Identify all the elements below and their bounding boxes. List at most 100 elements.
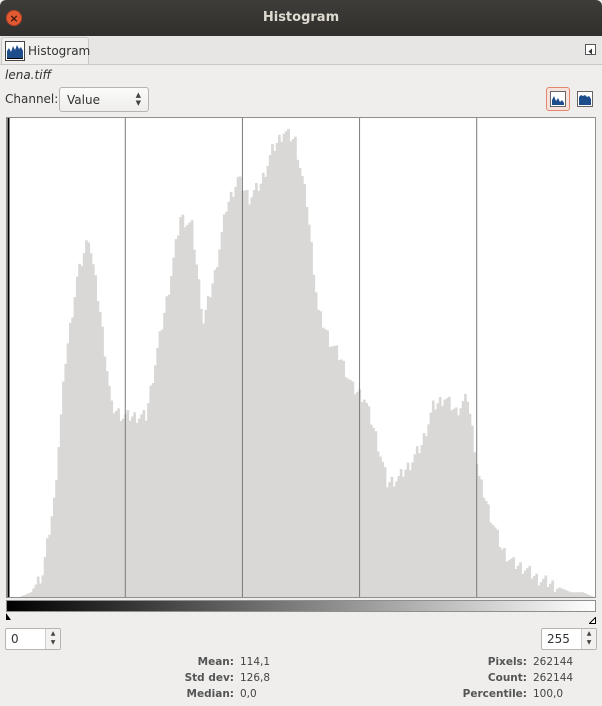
histogram-bar (572, 592, 575, 597)
histogram-bar (408, 470, 412, 597)
channel-select[interactable]: Value ▲ ▼ (59, 87, 149, 112)
histogram-bar (27, 593, 31, 597)
spin-arrows-icon[interactable]: ▲ ▼ (581, 629, 596, 649)
histogram-bar (71, 317, 75, 597)
histogram-bar (344, 377, 348, 597)
histogram-bar (218, 249, 222, 597)
histogram-bar (491, 525, 495, 597)
histogram-bar (36, 576, 40, 597)
histogram-bar (461, 401, 465, 597)
log-scale-button[interactable] (573, 87, 597, 111)
histogram-bar (211, 283, 215, 597)
range-low-spinner[interactable]: 0 ▲ ▼ (5, 628, 61, 650)
histogram-bar (535, 573, 538, 597)
stat-percentile-value: 100,0 (533, 688, 564, 700)
histogram-bar (108, 385, 111, 597)
histogram-bar (243, 190, 247, 597)
histogram-bar (365, 402, 369, 597)
histogram-bar (294, 136, 297, 597)
histogram-bar (532, 576, 536, 597)
histogram-bar (498, 547, 502, 597)
histogram-bar (330, 346, 334, 597)
histogram-bar (85, 240, 88, 597)
histogram-bar (131, 416, 134, 597)
histogram-bar (176, 235, 180, 597)
histogram-bar (312, 274, 316, 597)
histogram-bar (415, 446, 419, 597)
histogram-bar (248, 204, 251, 597)
histogram-bar (505, 561, 509, 597)
histogram-bar (190, 220, 194, 597)
low-range-handle[interactable] (6, 613, 11, 620)
histogram-bar (114, 410, 118, 597)
histogram-bar (555, 588, 559, 597)
histogram-bar (110, 400, 114, 597)
histogram-bar (91, 264, 95, 597)
histogram-bar (537, 585, 541, 597)
histogram-bar (188, 222, 192, 597)
histogram-bar (367, 406, 371, 597)
histogram-bar (337, 359, 341, 597)
histogram-bar (464, 393, 467, 597)
histogram-bar (459, 408, 463, 597)
histogram-bar (438, 397, 442, 597)
histogram-bar (48, 534, 52, 597)
range-high-spinner[interactable]: 255 ▲ ▼ (541, 628, 597, 650)
histogram-bar (170, 276, 173, 597)
histogram-bar (411, 462, 414, 597)
window-title: Histogram (262, 10, 340, 25)
histogram-bar (291, 139, 295, 597)
histogram-bar (160, 329, 164, 597)
histogram-bar (388, 482, 391, 597)
histogram-bar (569, 592, 573, 597)
tab-histogram[interactable]: Histogram (1, 37, 90, 64)
histogram-bar (496, 529, 499, 597)
value-gradient-bar (6, 600, 596, 612)
histogram-bar (489, 522, 493, 597)
histogram-bar (284, 131, 288, 597)
histogram-bar (360, 402, 364, 597)
histogram-bar (227, 201, 231, 597)
channel-value: Value (67, 93, 100, 107)
histogram-bar (544, 575, 548, 597)
histogram-bar (427, 424, 431, 597)
histogram-bar (96, 301, 100, 597)
histogram-bar (434, 409, 437, 597)
histogram-bar (397, 476, 401, 597)
histogram-bar (128, 420, 132, 597)
histogram-bar (317, 309, 320, 597)
histogram-bar (268, 155, 272, 597)
histogram-bar (255, 183, 258, 597)
histogram-bar (512, 557, 516, 597)
histogram-bar (23, 595, 26, 597)
histogram-bar (390, 476, 394, 597)
histogram-bar (29, 592, 33, 597)
histogram-bar (147, 403, 150, 597)
tab-menu-icon[interactable] (585, 44, 596, 55)
high-range-handle[interactable] (588, 613, 596, 624)
stat-median-label: Median: (186, 688, 234, 700)
histogram-bar (298, 167, 302, 597)
histogram-bar (213, 269, 217, 597)
histogram-bar (204, 309, 208, 597)
histogram-bar (558, 587, 561, 597)
histogram-bar (121, 418, 125, 597)
histogram-bar (101, 326, 104, 597)
linear-scale-button[interactable] (546, 87, 570, 111)
histogram-bar (470, 425, 474, 597)
histogram-bar (301, 175, 304, 597)
histogram-bar (526, 568, 529, 597)
histogram-bar (321, 327, 325, 597)
histogram-bar (278, 134, 281, 597)
histogram-bar (20, 596, 24, 597)
spin-arrows-icon[interactable]: ▲ ▼ (45, 629, 60, 649)
histogram-bar (381, 461, 385, 597)
histogram-bar (59, 414, 63, 597)
histogram-bar (574, 592, 578, 597)
histogram-view[interactable] (6, 117, 596, 598)
histogram-bar (521, 573, 525, 597)
histogram-bar (250, 197, 254, 597)
histogram-bar (578, 592, 582, 597)
stat-count-value: 262144 (533, 672, 574, 684)
histogram-bar (588, 595, 591, 597)
